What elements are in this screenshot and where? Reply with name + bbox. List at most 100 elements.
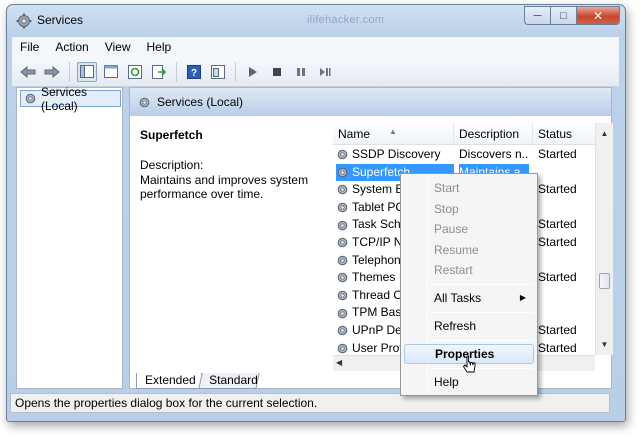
tab-standard[interactable]: Standard [198,373,260,389]
gear-icon [337,167,348,178]
service-name: Thread Or [352,287,407,302]
column-description-label: Description [459,127,520,141]
pause-service-button[interactable] [291,62,311,82]
service-description-cell: Discovers n... [459,147,529,161]
mouse-cursor-icon [463,355,476,373]
menu-separator [431,312,533,313]
tree-item-label: Services (Local) [41,84,88,113]
title-bar[interactable]: Services ilifehacker.com ─ □ ✕ [7,5,625,35]
maximize-button[interactable]: □ [550,6,576,25]
column-header-name[interactable]: ▲ Name [333,123,454,145]
tab-standard-label: Standard [209,373,258,387]
column-header-status[interactable]: Status [533,123,595,145]
close-button[interactable]: ✕ [576,6,620,25]
menu-item-stop[interactable]: Stop [404,199,534,219]
service-status-cell: Started [538,182,577,197]
pane-header-title: Services (Local) [157,95,244,109]
scroll-thumb[interactable] [599,273,610,289]
gear-icon [25,93,36,104]
menu-action[interactable]: Action [47,40,96,54]
toolbar: ? [12,57,619,87]
column-header-row: ▲ Name Description Status [333,123,613,145]
tab-extended-label: Extended [145,373,196,387]
services-pane: Services (Local) Superfetch Description:… [129,87,613,389]
gear-icon [337,308,348,318]
toolbar-separator [176,61,177,82]
status-bar: Opens the properties dialog box for the … [10,393,610,413]
export-icon [152,64,166,79]
description-label: Description: [140,158,204,172]
menu-item-restart[interactable]: Restart [404,260,534,280]
scroll-up-icon[interactable]: ▲ [596,125,613,142]
menu-item-help[interactable]: Help [404,372,534,392]
forward-button[interactable] [42,62,62,82]
service-status-cell: Started [538,322,577,337]
tab-extended[interactable]: Extended [136,373,202,389]
menu-bar: File Action View Help [12,37,619,57]
console-icon [104,65,118,78]
menu-help[interactable]: Help [139,40,180,54]
service-status-cell: Started [538,270,577,285]
menu-item-pause[interactable]: Pause [404,219,534,239]
gear-icon [337,202,348,213]
restart-service-button[interactable] [315,62,335,82]
gear-icon [139,97,150,107]
all-tasks-label: All Tasks [434,291,482,305]
gear-icon [337,220,348,230]
pause-icon [297,67,305,76]
menu-separator [431,340,533,341]
restart-icon [320,67,331,76]
table-row[interactable]: SSDP Discovery Discovers n... Started [333,146,595,164]
properties-button[interactable] [208,62,228,82]
service-name: Telephon [352,252,401,267]
refresh-button[interactable] [125,62,145,82]
vertical-scrollbar[interactable]: ▲ ▼ [595,123,613,355]
menu-view[interactable]: View [97,40,139,54]
window-title: Services [37,13,84,27]
menu-item-all-tasks[interactable]: All Tasks ▶ [404,288,534,308]
close-icon: ✕ [592,8,604,23]
gear-icon [337,255,348,266]
column-header-description[interactable]: Description [454,123,533,145]
scroll-down-icon[interactable]: ▼ [596,336,613,353]
menu-separator [431,284,533,285]
caption-buttons: ─ □ ✕ [524,6,620,25]
menu-separator [431,368,533,369]
maximize-icon: □ [560,9,567,22]
start-service-button[interactable] [243,62,263,82]
help-button[interactable]: ? [184,62,204,82]
tree-item-services-local[interactable]: Services (Local) [20,85,121,113]
column-name-label: Name [338,127,371,141]
stop-service-button[interactable] [267,62,287,82]
console-button[interactable] [101,62,121,82]
sort-ascending-icon: ▲ [389,127,397,136]
column-status-label: Status [538,127,573,141]
properties-icon [211,64,225,79]
svg-text:?: ? [191,68,197,79]
export-button[interactable] [149,62,169,82]
services-gear-icon [16,13,32,29]
pane-header: Services (Local) [130,88,611,116]
service-description: Maintains and improves system performanc… [140,173,309,201]
gear-icon [337,237,348,248]
menu-item-start[interactable]: Start [404,178,534,198]
gear-icon [337,343,348,354]
service-name: Tablet PC [352,199,405,214]
minimize-button[interactable]: ─ [524,6,550,25]
forward-icon [44,65,60,78]
scroll-left-icon[interactable]: ◀ [336,358,342,367]
gear-icon [337,185,348,195]
service-name: SSDP Discovery [352,147,441,161]
minimize-icon: ─ [533,9,542,22]
menu-item-refresh[interactable]: Refresh [404,316,534,336]
service-status-cell: Started [538,217,577,232]
menu-item-resume[interactable]: Resume [404,240,534,260]
help-icon: ? [187,64,201,79]
show-tree-button[interactable] [77,61,97,82]
back-icon [20,65,36,78]
service-name-cell: SSDP Discovery [336,146,454,164]
selected-service-name: Superfetch [140,128,203,142]
back-button[interactable] [18,62,38,82]
menu-file[interactable]: File [12,40,47,54]
play-icon [249,66,257,77]
